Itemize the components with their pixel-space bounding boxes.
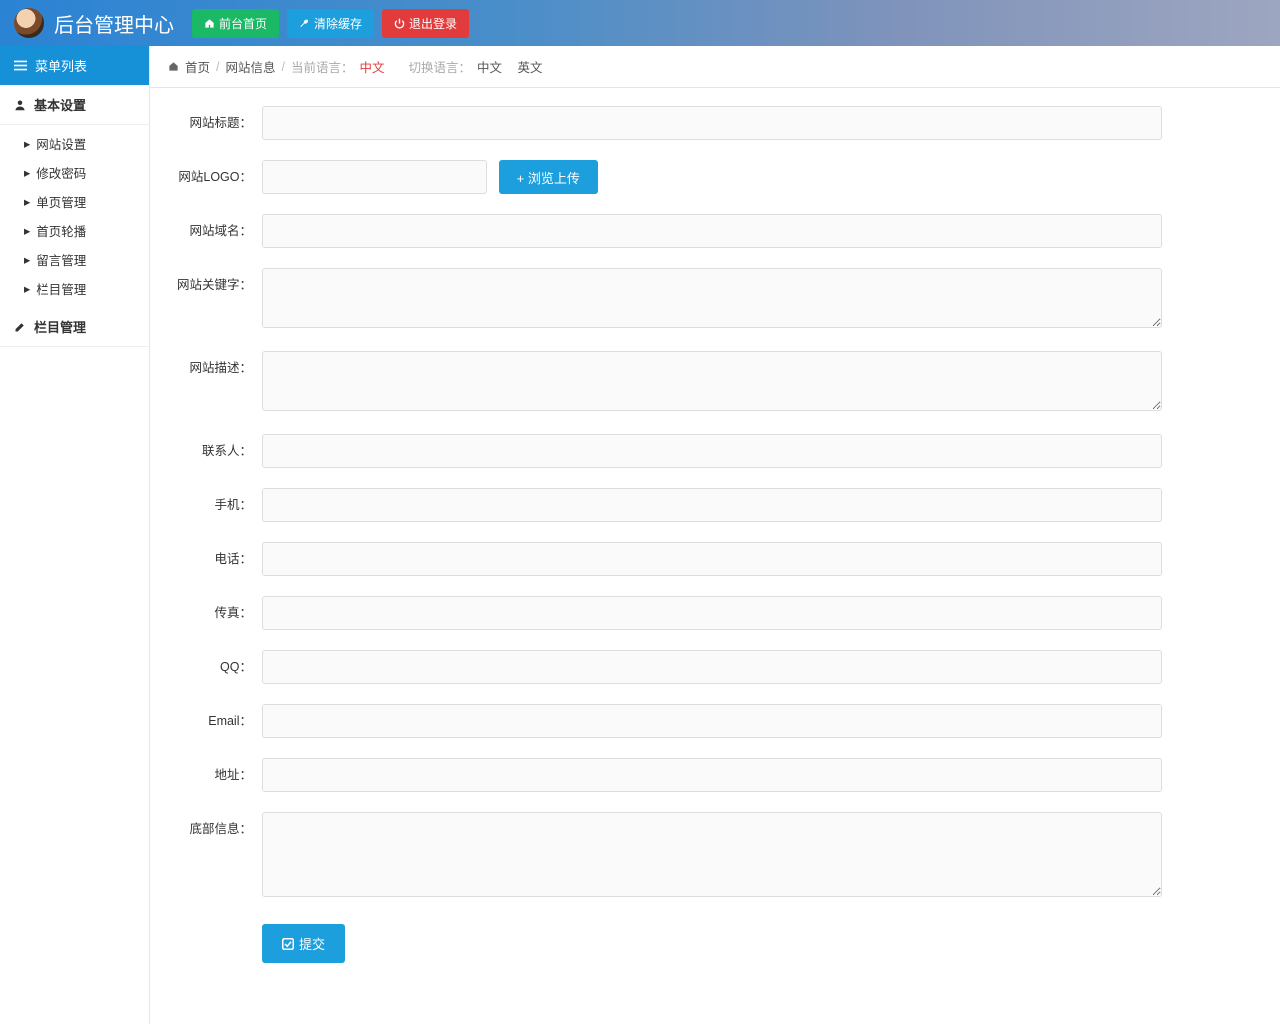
phone-input[interactable] (262, 542, 1162, 576)
label-domain: 网站域名： (172, 214, 262, 248)
current-lang-value: 中文 (360, 57, 385, 76)
label-contact: 联系人： (172, 434, 262, 468)
fax-input[interactable] (262, 596, 1162, 630)
caret-icon: ▸ (24, 223, 30, 238)
submit-button[interactable]: 提交 (262, 924, 345, 963)
label-logo: 网站LOGO： (172, 160, 262, 194)
lang-cn-link[interactable]: 中文 (477, 57, 502, 76)
breadcrumb: 首页 / 网站信息 / 当前语言： 中文 切换语言： 中文 英文 (150, 46, 1280, 88)
sidebar-section-basic[interactable]: 基本设置 (0, 85, 149, 125)
qq-input[interactable] (262, 650, 1162, 684)
menu-header: 菜单列表 (0, 46, 149, 85)
breadcrumb-home[interactable]: 首页 (185, 57, 210, 76)
power-icon (394, 18, 405, 29)
label-title: 网站标题： (172, 106, 262, 140)
sidebar-item-carousel[interactable]: ▸ 首页轮播 (0, 216, 149, 245)
submit-label: 提交 (299, 934, 325, 953)
keywords-textarea[interactable] (262, 268, 1162, 328)
caret-icon: ▸ (24, 165, 30, 180)
clear-cache-label: 清除缓存 (314, 15, 362, 32)
footer-textarea[interactable] (262, 812, 1162, 897)
label-email: Email： (172, 704, 262, 738)
sidebar-item-single-page[interactable]: ▸ 单页管理 (0, 187, 149, 216)
email-input[interactable] (262, 704, 1162, 738)
label-keywords: 网站关键字： (172, 268, 262, 302)
label-address: 地址： (172, 758, 262, 792)
current-lang-label: 当前语言： (291, 57, 354, 76)
sidebar-item-site-settings[interactable]: ▸ 网站设置 (0, 129, 149, 158)
caret-icon: ▸ (24, 194, 30, 209)
label-phone: 电话： (172, 542, 262, 576)
sidebar-item-columns[interactable]: ▸ 栏目管理 (0, 274, 149, 303)
sidebar-list-basic: ▸ 网站设置 ▸ 修改密码 ▸ 单页管理 ▸ 首页轮播 ▸ 留言管理 ▸ 栏目管理 (0, 125, 149, 307)
sidebar-item-label: 网站设置 (36, 134, 86, 153)
label-footer: 底部信息： (172, 812, 262, 846)
caret-icon: ▸ (24, 252, 30, 267)
label-desc: 网站描述： (172, 351, 262, 385)
clear-cache-button[interactable]: 清除缓存 (287, 9, 374, 38)
header-bar: 后台管理中心 前台首页 清除缓存 退出登录 (0, 0, 1280, 46)
home-button-label: 前台首页 (219, 15, 267, 32)
lang-en-link[interactable]: 英文 (518, 57, 543, 76)
mobile-input[interactable] (262, 488, 1162, 522)
breadcrumb-sep: / (282, 60, 285, 74)
sidebar-item-label: 首页轮播 (36, 221, 86, 240)
sidebar-item-label: 留言管理 (36, 250, 86, 269)
home-icon (204, 18, 215, 29)
address-input[interactable] (262, 758, 1162, 792)
logout-button[interactable]: 退出登录 (382, 9, 469, 38)
label-fax: 传真： (172, 596, 262, 630)
sidebar-item-messages[interactable]: ▸ 留言管理 (0, 245, 149, 274)
sidebar-section-columns[interactable]: 栏目管理 (0, 307, 149, 347)
section-columns-label: 栏目管理 (34, 317, 86, 336)
home-button[interactable]: 前台首页 (192, 9, 279, 38)
desc-textarea[interactable] (262, 351, 1162, 411)
user-icon (14, 99, 26, 111)
form-panel: 网站标题： 网站LOGO： + 浏览上传 网站域名： 网站关键字： 网站描述： (150, 88, 1280, 1024)
sidebar: 菜单列表 基本设置 ▸ 网站设置 ▸ 修改密码 ▸ 单页管理 ▸ 首页轮播 ▸ 留言管理 … (0, 46, 150, 1024)
sidebar-item-label: 单页管理 (36, 192, 86, 211)
edit-icon (14, 321, 26, 333)
check-icon (282, 938, 294, 950)
avatar (14, 8, 44, 38)
logout-label: 退出登录 (409, 15, 457, 32)
upload-button[interactable]: + 浏览上传 (499, 160, 598, 194)
menu-header-label: 菜单列表 (35, 56, 87, 75)
breadcrumb-page[interactable]: 网站信息 (226, 57, 276, 76)
caret-icon: ▸ (24, 136, 30, 151)
title-input[interactable] (262, 106, 1162, 140)
home-icon (168, 61, 179, 72)
sidebar-item-label: 栏目管理 (36, 279, 86, 298)
sidebar-item-label: 修改密码 (36, 163, 86, 182)
sidebar-item-password[interactable]: ▸ 修改密码 (0, 158, 149, 187)
wrench-icon (299, 18, 310, 29)
section-basic-label: 基本设置 (34, 95, 86, 114)
breadcrumb-sep: / (216, 60, 219, 74)
label-mobile: 手机： (172, 488, 262, 522)
label-qq: QQ： (172, 650, 262, 684)
app-title: 后台管理中心 (54, 9, 174, 38)
contact-input[interactable] (262, 434, 1162, 468)
caret-icon: ▸ (24, 281, 30, 296)
domain-input[interactable] (262, 214, 1162, 248)
switch-lang-label: 切换语言： (409, 57, 472, 76)
logo-input[interactable] (262, 160, 487, 194)
list-icon (14, 59, 27, 72)
